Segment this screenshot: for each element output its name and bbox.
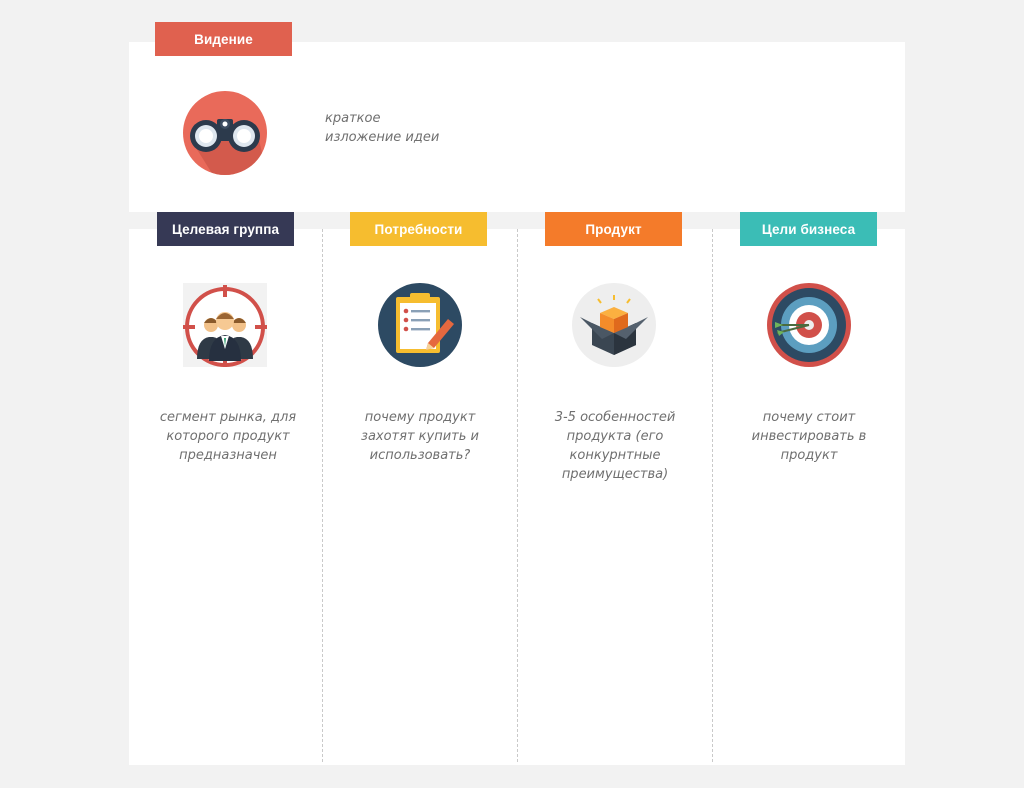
clipboard-checklist-icon [378, 283, 462, 367]
product-box-icon [572, 283, 656, 367]
vision-label: Видение [155, 22, 292, 56]
target-group-label: Целевая группа [157, 212, 294, 246]
column-divider [712, 229, 713, 762]
product-vision-board: Видение краткое изложение идеи Целевая г… [129, 22, 905, 765]
business-goals-description: почему стоит инвестировать в продукт [751, 410, 867, 463]
product-description: 3-5 особенностей продукта (его конкурнтн… [554, 410, 676, 482]
product-label: Продукт [545, 212, 682, 246]
bullseye-target-icon [767, 283, 851, 367]
business-goals-label: Цели бизнеса [740, 212, 877, 246]
target-audience-icon [183, 283, 267, 367]
vision-description-line: изложение идеи [325, 130, 440, 145]
vision-description: краткое изложение идеи [325, 109, 525, 147]
binoculars-icon [183, 91, 267, 175]
needs-description: почему продукт захотят купить и использо… [361, 410, 479, 463]
target-group-description: сегмент рынка, для которого продукт пред… [159, 410, 297, 463]
column-divider [517, 229, 518, 762]
column-divider [322, 229, 323, 762]
needs-label: Потребности [350, 212, 487, 246]
vision-description-line: краткое [325, 111, 381, 126]
